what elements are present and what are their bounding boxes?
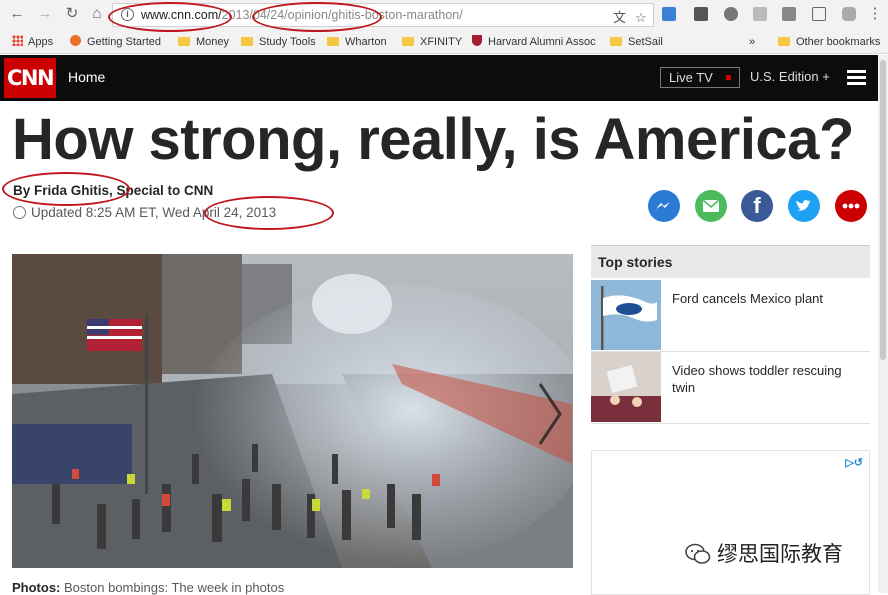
extension-block-icon[interactable] (724, 7, 738, 21)
home-icon[interactable]: ⌂ (88, 5, 106, 23)
edition-selector[interactable]: U.S. Edition + (750, 69, 830, 84)
bookmark-setsail[interactable]: SetSail (610, 33, 663, 51)
bookmark-study-tools[interactable]: Study Tools (241, 33, 316, 51)
nav-home-link[interactable]: Home (68, 69, 105, 85)
annotation-circle-url-path (252, 2, 382, 32)
bookmark-other[interactable]: Other bookmarks (778, 33, 880, 51)
wechat-icon (685, 543, 711, 564)
extension-square-icon[interactable] (782, 7, 796, 21)
extension-calendar-icon[interactable] (662, 7, 676, 21)
reload-icon[interactable]: ↻ (63, 5, 81, 23)
folder-icon (178, 37, 190, 46)
more-icon[interactable] (835, 190, 867, 222)
live-tv-label: Live TV (669, 70, 713, 85)
menu-dots-icon[interactable]: ⋮ (866, 5, 884, 23)
cnn-nav-bar: CNN Home Live TV U.S. Edition + (0, 55, 878, 101)
folder-icon (241, 37, 253, 46)
harvard-shield-icon (472, 35, 482, 46)
story-thumbnail[interactable] (591, 352, 661, 422)
bookmark-getting-started[interactable]: Getting Started (70, 33, 161, 51)
hamburger-menu-icon[interactable] (847, 70, 866, 85)
firefox-icon (70, 35, 81, 46)
bookmark-star-icon[interactable]: ☆ (635, 7, 647, 26)
folder-icon (778, 37, 790, 46)
bookmark-harvard-alumni[interactable]: Harvard Alumni Assoc (472, 33, 596, 51)
story-item[interactable]: Video shows toddler rescuing twin (591, 352, 870, 424)
twitter-icon[interactable] (788, 190, 820, 222)
messenger-icon[interactable] (648, 190, 680, 222)
cnn-logo[interactable]: CNN (4, 58, 56, 98)
bookmark-apps[interactable]: Apps (12, 33, 53, 51)
adchoices-icon[interactable]: ▷↺ (845, 456, 863, 469)
bookmark-money[interactable]: Money (178, 33, 229, 51)
annotation-circle-date (204, 196, 334, 230)
live-indicator-icon (726, 75, 731, 80)
facebook-icon[interactable]: f (741, 190, 773, 222)
story-title[interactable]: Video shows toddler rescuing twin (672, 362, 867, 396)
article-hero-photo[interactable] (12, 254, 573, 568)
annotation-circle-author (2, 172, 130, 206)
bookmark-xfinity[interactable]: XFINITY (402, 33, 462, 51)
annotation-circle-url-host (108, 2, 232, 32)
scrollbar-thumb[interactable] (880, 60, 886, 360)
top-stories-heading: Top stories (591, 245, 870, 278)
folder-icon (402, 37, 414, 46)
more-bookmarks-chevron[interactable]: » (749, 33, 755, 51)
email-icon[interactable] (695, 190, 727, 222)
cast-icon[interactable] (812, 7, 826, 21)
wechat-watermark: 缪思国际教育 (685, 538, 843, 568)
folder-icon (610, 37, 622, 46)
extension-paw-icon[interactable] (842, 7, 856, 21)
bookmarks-bar: Apps Getting Started Money Study Tools W… (0, 30, 888, 54)
apps-grid-icon (12, 35, 23, 46)
extension-a-icon[interactable] (753, 7, 767, 21)
article-headline: How strong, really, is America? (12, 107, 854, 172)
translate-icon[interactable]: 文 (613, 7, 626, 26)
story-item[interactable]: Ford cancels Mexico plant (591, 280, 870, 352)
clock-icon (13, 206, 26, 219)
back-arrow-icon[interactable]: ← (8, 5, 26, 23)
forward-arrow-icon[interactable]: → (36, 5, 54, 23)
story-thumbnail[interactable] (591, 280, 661, 350)
story-title[interactable]: Ford cancels Mexico plant (672, 290, 867, 307)
advertisement-box[interactable]: ▷↺ (591, 450, 870, 595)
live-tv-button[interactable]: Live TV (660, 67, 740, 88)
extension-translate-icon[interactable] (694, 7, 708, 21)
folder-icon (327, 37, 339, 46)
bookmark-wharton[interactable]: Wharton (327, 33, 387, 51)
